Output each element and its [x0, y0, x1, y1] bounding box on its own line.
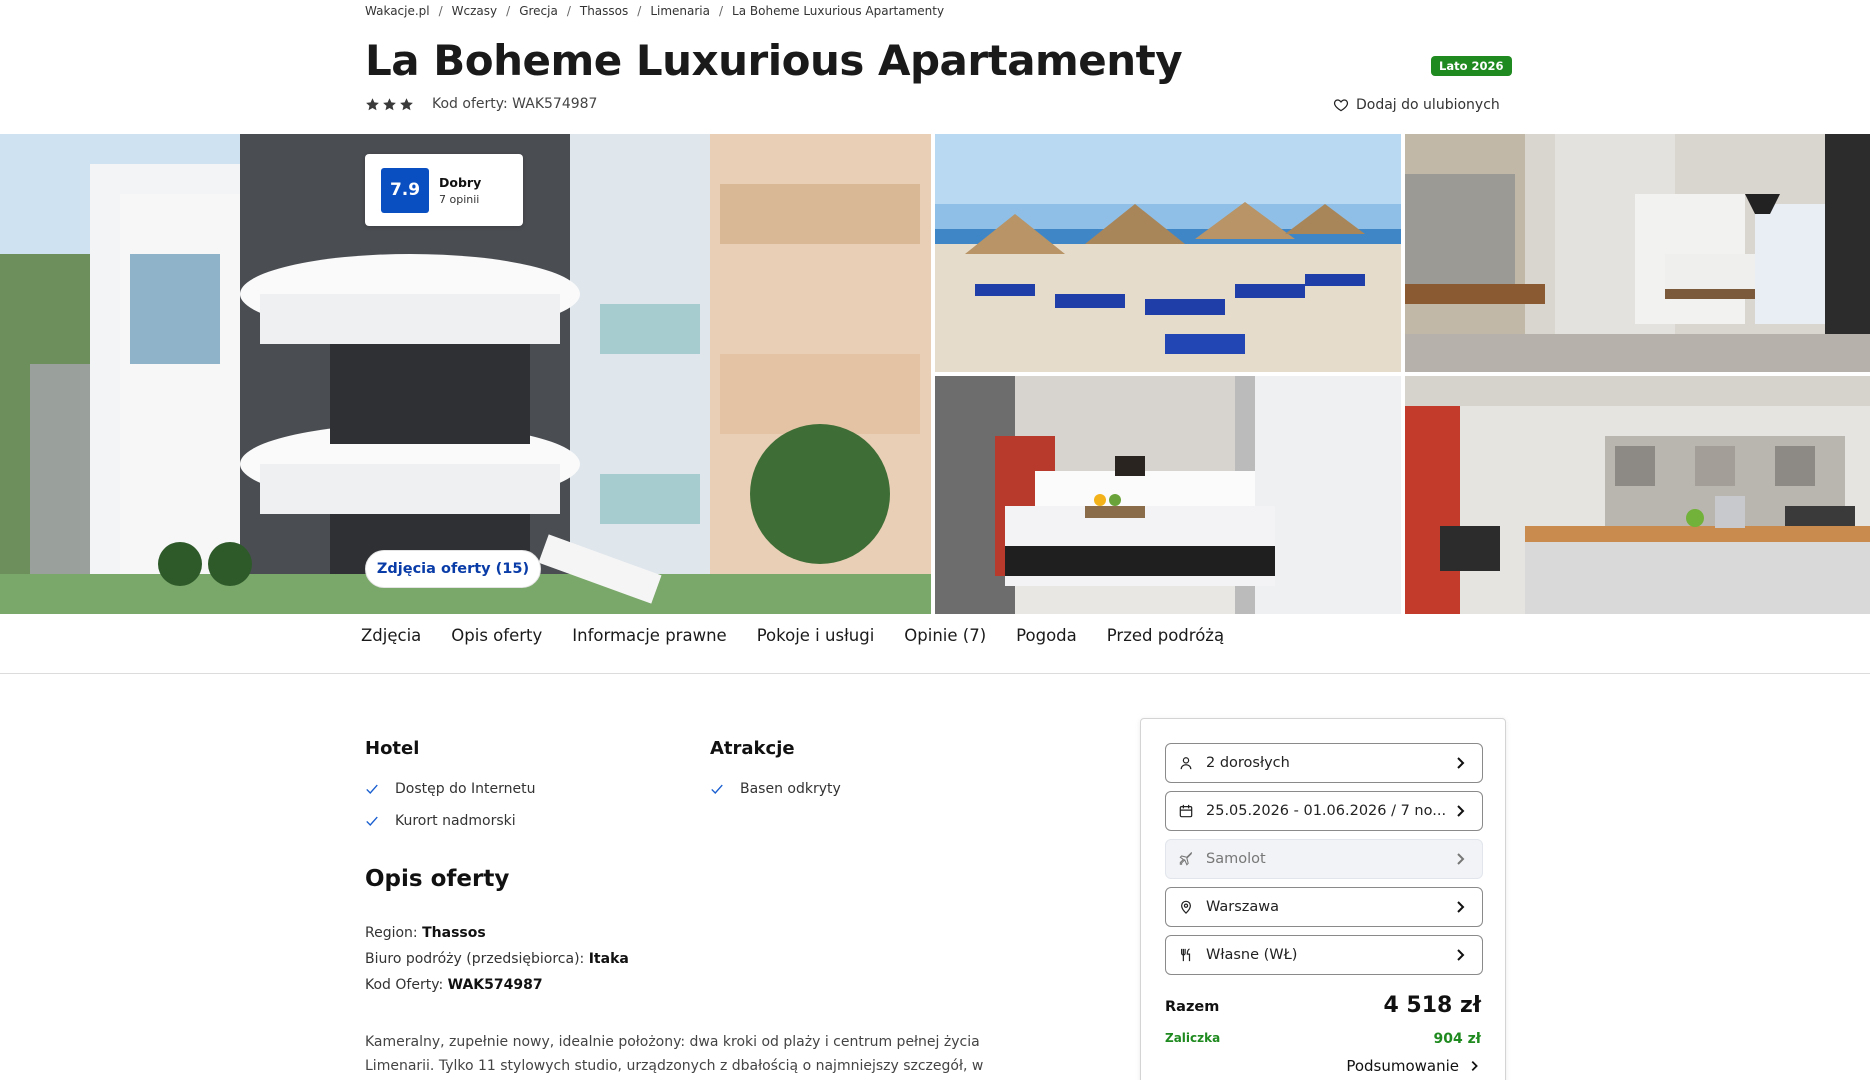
tab-description[interactable]: Opis oferty [451, 626, 542, 645]
offer-code-value: WAK574987 [447, 977, 543, 993]
deposit-price: 904 zł [1433, 1031, 1481, 1047]
breadcrumb-item[interactable]: Wczasy [452, 4, 497, 18]
feature-item: Kurort nadmorski [365, 813, 516, 829]
offer-code: Kod oferty: WAK574987 [432, 96, 598, 112]
operator-value: Itaka [588, 951, 629, 967]
tab-legal-info[interactable]: Informacje prawne [572, 626, 726, 645]
attractions-heading: Atrakcje [710, 738, 795, 759]
total-price: 4 518 zł [1383, 993, 1481, 1018]
season-badge: Lato 2026 [1431, 56, 1512, 76]
feature-item: Dostęp do Internetu [365, 781, 535, 797]
check-icon [366, 816, 378, 826]
region-row: Region: Thassos [365, 925, 486, 941]
breadcrumb-separator: / [438, 4, 443, 18]
tabs-divider [0, 673, 1870, 674]
breadcrumb-separator: / [718, 4, 724, 18]
operator-label: Biuro podróży (przedsiębiorca): [365, 951, 585, 967]
living-room-photo[interactable] [1405, 134, 1870, 372]
photos-button[interactable]: Zdjęcia oferty (15) [365, 550, 541, 588]
beach-photo[interactable] [935, 134, 1401, 372]
bedroom-photo[interactable] [935, 376, 1401, 614]
check-icon [366, 784, 378, 794]
operator-row: Biuro podróży (przedsiębiorca): Itaka [365, 951, 629, 967]
transport-value: Samolot [1206, 851, 1266, 867]
description-text: Kameralny, zupełnie nowy, idealnie położ… [365, 1034, 984, 1074]
breadcrumb-current: La Boheme Luxurious Apartamenty [732, 4, 945, 18]
star-icon [366, 97, 379, 110]
breadcrumb-separator: / [506, 4, 511, 18]
breadcrumb-item[interactable]: Grecja [519, 4, 558, 18]
rating-details: Dobry 7 opinii [439, 175, 481, 206]
total-label: Razem [1165, 999, 1220, 1015]
chevron-right-icon [1471, 1061, 1478, 1071]
tab-before-travel[interactable]: Przed podróżą [1107, 626, 1224, 645]
travelers-value: 2 dorosłych [1206, 755, 1290, 771]
tab-rooms-services[interactable]: Pokoje i usługi [757, 626, 875, 645]
summary-label: Podsumowanie [1346, 1057, 1459, 1075]
rating-label: Dobry [439, 174, 482, 190]
photo-gallery: 7.9 Dobry 7 opinii Zdjęcia oferty (15) [0, 134, 1870, 614]
chevron-right-icon [1457, 901, 1465, 913]
transport-select[interactable]: Samolot [1165, 839, 1483, 879]
rating-card[interactable]: 7.9 Dobry 7 opinii [365, 154, 523, 226]
offer-code-row: Kod Oferty: WAK574987 [365, 977, 543, 993]
breadcrumb: Wakacje.pl / Wczasy / Grecja / Thassos / Lim… [365, 4, 944, 18]
chevron-right-icon [1457, 757, 1465, 769]
breadcrumb-item[interactable]: Thassos [580, 4, 628, 18]
booking-panel: 2 dorosłych 25.05.2026 - 01.06.2026 / 7 … [1140, 718, 1506, 1080]
offer-tabs: Zdjęcia Opis oferty Informacje prawne Po… [361, 626, 1224, 645]
region-label: Region: [365, 925, 418, 941]
hotel-heading: Hotel [365, 738, 420, 759]
dates-select[interactable]: 25.05.2026 - 01.06.2026 / 7 no... [1165, 791, 1483, 831]
feature-label: Kurort nadmorski [395, 813, 516, 829]
add-to-favorites-button[interactable]: Dodaj do ulubionych [1333, 97, 1500, 113]
departure-value: Warszawa [1206, 899, 1280, 915]
breadcrumb-item[interactable]: Limenaria [650, 4, 710, 18]
person-icon [1178, 755, 1194, 771]
location-pin-icon [1178, 899, 1194, 915]
feature-item: Basen odkryty [710, 781, 841, 797]
cutlery-icon [1178, 947, 1194, 963]
summary-link[interactable]: Podsumowanie [1346, 1057, 1481, 1075]
feature-label: Basen odkryty [740, 781, 841, 797]
travelers-select[interactable]: 2 dorosłych [1165, 743, 1483, 783]
plane-icon [1178, 851, 1194, 867]
check-icon [711, 784, 723, 794]
chevron-right-icon [1457, 949, 1465, 961]
hotel-meta: Kod oferty: WAK574987 [365, 96, 597, 112]
kitchen-photo[interactable] [1405, 376, 1870, 614]
tab-weather[interactable]: Pogoda [1016, 626, 1077, 645]
board-value: Własne (WŁ) [1206, 947, 1298, 963]
departure-select[interactable]: Warszawa [1165, 887, 1483, 927]
breadcrumb-separator: / [637, 4, 642, 18]
page-title: La Boheme Luxurious Apartamenty [365, 36, 1183, 85]
breadcrumb-separator: / [566, 4, 571, 18]
chevron-right-icon [1457, 805, 1465, 817]
rating-count: 7 opinii [439, 192, 480, 206]
breadcrumb-item[interactable]: Wakacje.pl [365, 4, 430, 18]
offer-code-label: Kod Oferty: [365, 977, 444, 993]
description-heading: Opis oferty [365, 866, 510, 892]
star-icon [400, 97, 413, 110]
board-select[interactable]: Własne (WŁ) [1165, 935, 1483, 975]
rating-score: 7.9 [381, 167, 429, 213]
feature-label: Dostęp do Internetu [395, 781, 536, 797]
deposit-label: Zaliczka [1165, 1031, 1221, 1045]
calendar-icon [1178, 803, 1194, 819]
region-value: Thassos [422, 925, 486, 941]
heart-icon [1333, 99, 1349, 112]
tab-photos[interactable]: Zdjęcia [361, 626, 421, 645]
star-icon [383, 97, 396, 110]
dates-value: 25.05.2026 - 01.06.2026 / 7 no... [1206, 803, 1447, 819]
add-to-favorites-label: Dodaj do ulubionych [1356, 97, 1500, 113]
tab-reviews[interactable]: Opinie (7) [904, 626, 986, 645]
chevron-right-icon [1457, 853, 1465, 865]
hotel-stars [365, 97, 414, 112]
